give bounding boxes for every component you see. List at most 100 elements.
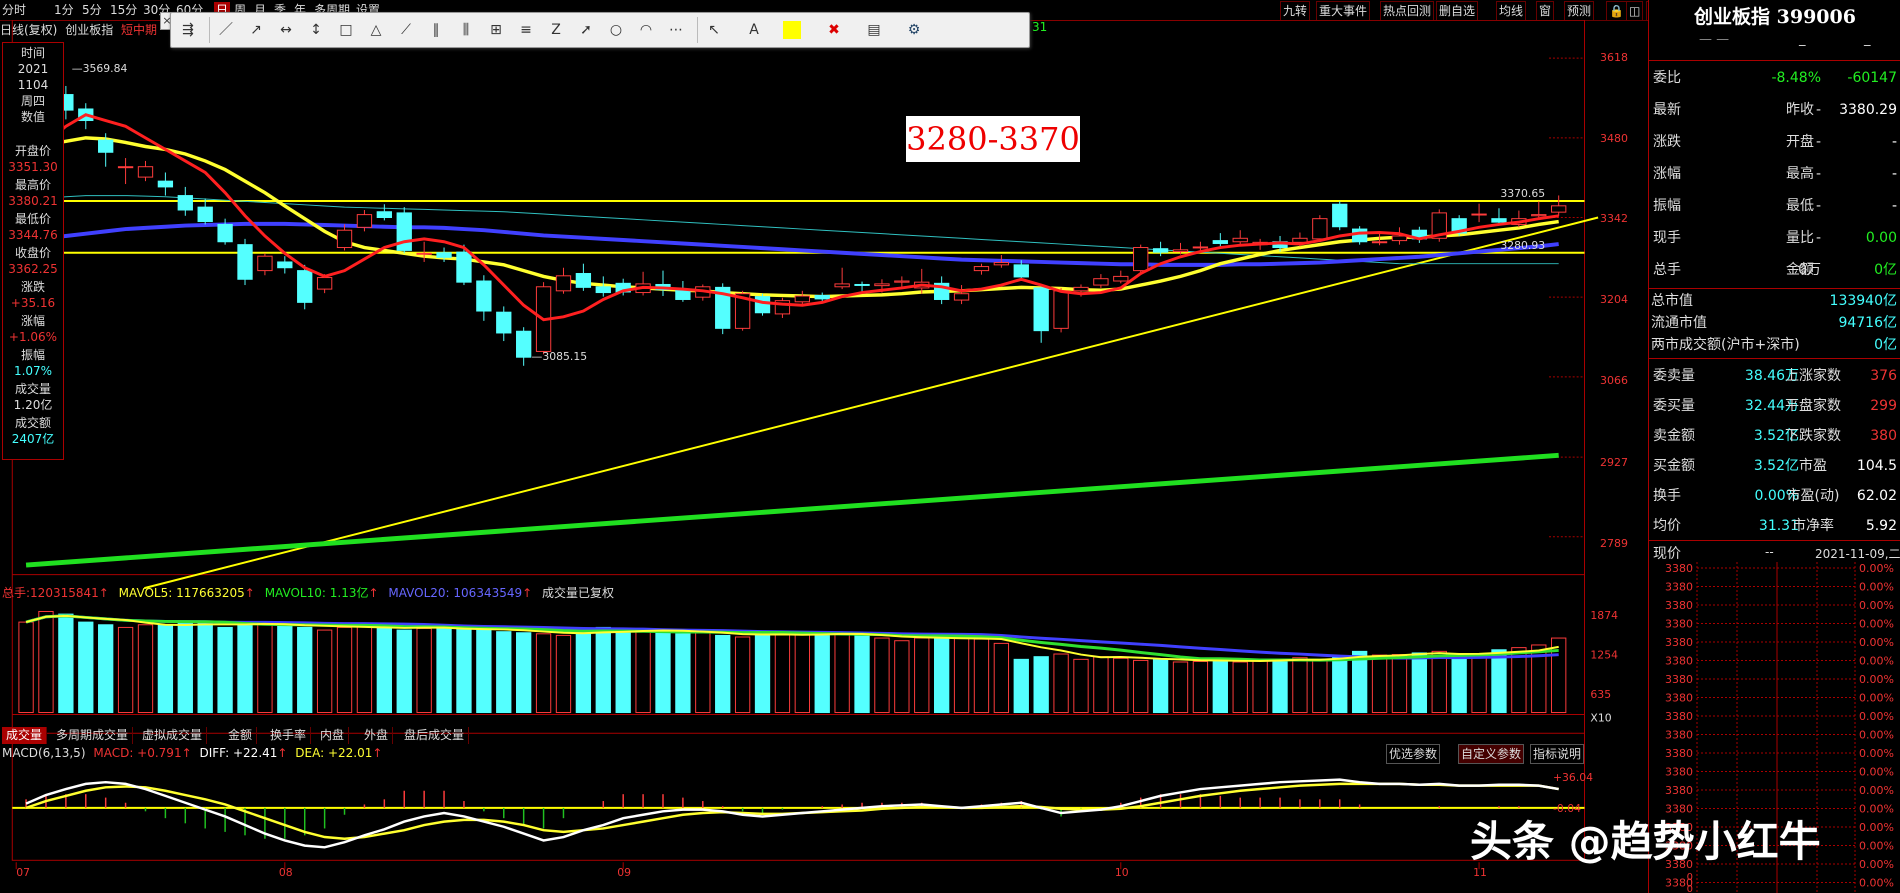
triangle-icon[interactable]: △ <box>365 19 387 41</box>
top-button-5[interactable]: 窗 <box>1536 1 1555 21</box>
top-button-1[interactable]: 重大事件 <box>1316 1 1371 21</box>
candle[interactable] <box>794 295 810 303</box>
volume-bar[interactable] <box>376 626 392 714</box>
volume-bar[interactable] <box>1272 658 1288 714</box>
macd-button-1[interactable]: 自定义参数 <box>1458 744 1525 764</box>
candle[interactable] <box>973 266 990 272</box>
volume-bar[interactable] <box>1411 652 1428 714</box>
ray-icon[interactable]: ↗ <box>245 19 267 41</box>
candle[interactable] <box>894 280 910 283</box>
candle[interactable] <box>993 262 1010 266</box>
color-icon[interactable] <box>783 21 801 39</box>
vertical-line-icon[interactable]: ↕ <box>305 19 327 41</box>
volume-bar[interactable] <box>1551 637 1567 714</box>
candle[interactable] <box>496 311 512 334</box>
candle[interactable] <box>1371 241 1388 244</box>
fib-icon[interactable]: ≡ <box>515 19 537 41</box>
indicator-tab-2[interactable]: 虚拟成交量 <box>138 727 208 744</box>
volume-bar[interactable] <box>1212 658 1228 714</box>
candle[interactable] <box>456 251 472 283</box>
volume-bar[interactable] <box>1332 656 1348 714</box>
volume-bar[interactable] <box>217 626 233 714</box>
candle[interactable] <box>416 252 432 255</box>
volume-bar[interactable] <box>1232 661 1248 714</box>
candle[interactable] <box>1133 247 1149 272</box>
volume-bar[interactable] <box>1252 659 1268 714</box>
indicator-tab-7[interactable]: 盘后成交量 <box>400 727 470 744</box>
period-tab-0[interactable]: 分时 <box>2 2 26 18</box>
volume-bar[interactable] <box>436 626 452 714</box>
candle[interactable] <box>595 286 611 294</box>
volume-bar[interactable] <box>635 629 651 714</box>
volume-bar[interactable] <box>1471 653 1487 714</box>
volume-bar[interactable] <box>1312 658 1328 714</box>
candle[interactable] <box>476 280 492 312</box>
candle[interactable] <box>396 212 412 251</box>
save-icon[interactable]: ▤ <box>863 19 885 41</box>
volume-bar[interactable] <box>98 624 114 714</box>
candle[interactable] <box>117 166 134 169</box>
volume-bar[interactable] <box>834 633 850 714</box>
ellipse-icon[interactable]: ○ <box>605 19 627 41</box>
volume-bar[interactable] <box>675 633 691 714</box>
macd-button-2[interactable]: 指标说明 <box>1530 744 1585 764</box>
volume-bar[interactable] <box>814 633 830 714</box>
volume-bar[interactable] <box>78 621 94 714</box>
channel-icon[interactable]: ⊞ <box>485 19 507 41</box>
zigzag-icon[interactable]: Z <box>545 19 567 41</box>
indicator-tab-4[interactable]: 换手率 <box>266 727 312 744</box>
volume-bar[interactable] <box>1133 659 1149 714</box>
macd-button-0[interactable]: 优选参数 <box>1386 744 1441 764</box>
volume-bar[interactable] <box>1053 653 1069 714</box>
volume-bar[interactable] <box>555 634 572 714</box>
indicator-tab-6[interactable]: 外盘 <box>360 727 394 744</box>
candle[interactable] <box>197 206 213 223</box>
volume-bar[interactable] <box>874 637 890 714</box>
support-line[interactable] <box>25 452 1559 568</box>
volume-bar[interactable] <box>993 642 1010 714</box>
candle[interactable] <box>854 283 870 286</box>
volume-bar[interactable] <box>1152 658 1169 714</box>
candle[interactable] <box>157 180 174 188</box>
candle[interactable] <box>1033 287 1049 332</box>
candle[interactable] <box>1551 205 1567 213</box>
volume-bar[interactable] <box>734 636 751 714</box>
volume-bar[interactable] <box>695 631 711 714</box>
indicator-tab-3[interactable]: 金额 <box>224 727 258 744</box>
candle[interactable] <box>376 211 392 219</box>
volume-bar[interactable] <box>157 624 174 714</box>
volume-bar[interactable] <box>1491 649 1507 714</box>
volume-bar[interactable] <box>416 627 432 714</box>
candle[interactable] <box>1073 286 1089 292</box>
volume-bar[interactable] <box>535 633 552 714</box>
volume-bar[interactable] <box>595 626 611 714</box>
volume-bar[interactable] <box>575 632 592 714</box>
candle[interactable] <box>874 283 890 287</box>
volume-bar[interactable] <box>715 634 731 714</box>
volume-bar[interactable] <box>257 621 273 714</box>
period-tab-2[interactable]: 5分 <box>82 2 102 18</box>
more-icon[interactable]: ⋯ <box>665 19 687 41</box>
candle[interactable] <box>297 270 313 303</box>
candle[interactable] <box>1471 213 1487 216</box>
trend-line[interactable] <box>144 216 1599 590</box>
indicator-tab-5[interactable]: 内盘 <box>316 727 350 744</box>
volume-bar[interactable] <box>1172 661 1189 714</box>
fan-icon[interactable]: ⟋ <box>395 19 417 41</box>
top-button-6[interactable]: 预测 <box>1564 1 1595 21</box>
candle[interactable] <box>1531 214 1547 217</box>
top-button-4[interactable]: 均线 <box>1496 1 1527 21</box>
candle[interactable] <box>1351 228 1368 243</box>
volume-bar[interactable] <box>655 632 671 714</box>
volume-bar[interactable] <box>456 629 472 714</box>
volume-bar[interactable] <box>58 613 74 714</box>
volume-bar[interactable] <box>237 624 253 714</box>
candle[interactable] <box>516 330 532 358</box>
volume-bar[interactable] <box>277 624 293 714</box>
volume-bar[interactable] <box>476 629 492 714</box>
volume-bar[interactable] <box>38 610 54 714</box>
period-tab-3[interactable]: 15分 <box>110 2 137 18</box>
volume-bar[interactable] <box>177 622 193 714</box>
arrow-icon[interactable]: ➚ <box>575 19 597 41</box>
candle[interactable] <box>137 166 154 178</box>
